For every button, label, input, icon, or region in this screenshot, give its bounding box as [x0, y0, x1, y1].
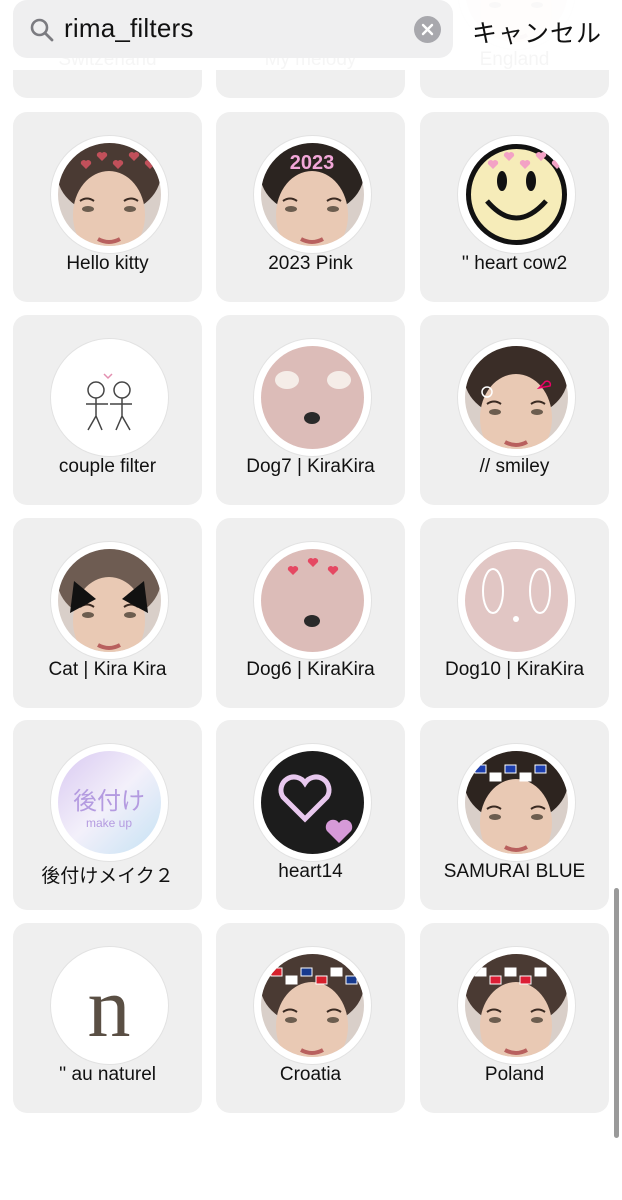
dog-ears-outline-icon	[465, 549, 568, 652]
face-kitty-icon	[58, 143, 161, 246]
face-croatia-icon	[261, 954, 364, 1057]
filter-thumbnail	[458, 136, 575, 253]
dog-face-icon	[261, 346, 364, 449]
filter-card[interactable]: Croatia	[216, 923, 405, 1113]
filter-card[interactable]: n '' au naturel	[13, 923, 202, 1113]
cancel-button[interactable]: キャンセル	[472, 14, 602, 50]
filter-thumbnail	[458, 744, 575, 861]
filter-thumbnail	[254, 339, 371, 456]
search-input[interactable]: rima_filters	[13, 0, 453, 58]
filter-thumbnail	[458, 542, 575, 659]
filter-card[interactable]: heart14	[216, 720, 405, 910]
scrollbar[interactable]	[614, 888, 619, 1138]
filter-label: Cat | Kira Kira	[48, 659, 167, 680]
filter-card[interactable]: Dog7 | KiraKira	[216, 315, 405, 505]
letter-n-icon: n	[58, 954, 161, 1057]
filter-card[interactable]: Hello kitty	[13, 112, 202, 302]
filter-label: Poland	[484, 1064, 545, 1085]
filter-thumbnail	[51, 339, 168, 456]
face-doodle-icon	[465, 346, 568, 449]
filter-label: Dog6 | KiraKira	[246, 659, 375, 680]
filter-label: 2023 Pink	[268, 253, 353, 274]
svg-text:後付け: 後付け	[73, 787, 145, 815]
clear-search-button[interactable]	[414, 16, 441, 43]
filter-thumbnail: 後付け make up	[51, 744, 168, 861]
filter-card[interactable]: couple filter	[13, 315, 202, 505]
filter-label: Croatia	[279, 1064, 342, 1085]
search-query: rima_filters	[64, 13, 194, 43]
smiley-hearts-icon	[465, 143, 568, 246]
filter-label: Dog10 | KiraKira	[444, 659, 585, 680]
filter-label: // smiley	[479, 456, 550, 477]
face-poland-icon	[465, 954, 568, 1057]
filter-label: Hello kitty	[66, 253, 149, 274]
filter-thumbnail	[51, 542, 168, 659]
face-2023-icon: 2023	[261, 143, 364, 246]
stick-figures-icon	[58, 346, 161, 449]
close-icon	[421, 23, 434, 36]
filter-thumbnail	[458, 339, 575, 456]
svg-text:n: n	[88, 959, 131, 1055]
search-icon	[30, 18, 54, 42]
dog-hearts-icon	[261, 549, 364, 652]
filter-card[interactable]: Cat | Kira Kira	[13, 518, 202, 708]
face-japan-flags-icon	[465, 751, 568, 854]
filter-thumbnail	[254, 947, 371, 1064]
filter-card[interactable]: 2023 2023 Pink	[216, 112, 405, 302]
heart-outline-icon	[261, 751, 364, 854]
filter-label: '' heart cow2	[461, 253, 568, 274]
filter-label: Dog7 | KiraKira	[246, 456, 375, 477]
makeup-text-icon: 後付け make up	[58, 751, 161, 854]
filter-card[interactable]: '' heart cow2	[420, 112, 609, 302]
filter-thumbnail	[51, 136, 168, 253]
filter-card[interactable]: 後付け make up 後付けメイク２	[13, 720, 202, 910]
filter-results-grid: Switzerland My melody England Hello kitt…	[0, 0, 622, 1113]
filter-card[interactable]: Dog10 | KiraKira	[420, 518, 609, 708]
filter-thumbnail: n	[51, 947, 168, 1064]
filter-label: SAMURAI BLUE	[443, 861, 586, 882]
svg-text:make up: make up	[86, 816, 132, 830]
filter-card[interactable]: Dog6 | KiraKira	[216, 518, 405, 708]
filter-thumbnail	[254, 744, 371, 861]
search-header: rima_filters キャンセル	[0, 0, 622, 70]
cat-ears-icon	[58, 549, 161, 652]
filter-label: heart14	[278, 861, 343, 882]
filter-card[interactable]: Poland	[420, 923, 609, 1113]
filter-thumbnail	[458, 947, 575, 1064]
filter-thumbnail	[254, 542, 371, 659]
filter-card[interactable]: SAMURAI BLUE	[420, 720, 609, 910]
filter-label: 後付けメイク２	[41, 866, 174, 887]
filter-card[interactable]: // smiley	[420, 315, 609, 505]
filter-thumbnail: 2023	[254, 136, 371, 253]
filter-label: couple filter	[58, 456, 157, 477]
svg-text:2023: 2023	[290, 152, 335, 174]
filter-label: '' au naturel	[58, 1064, 157, 1085]
